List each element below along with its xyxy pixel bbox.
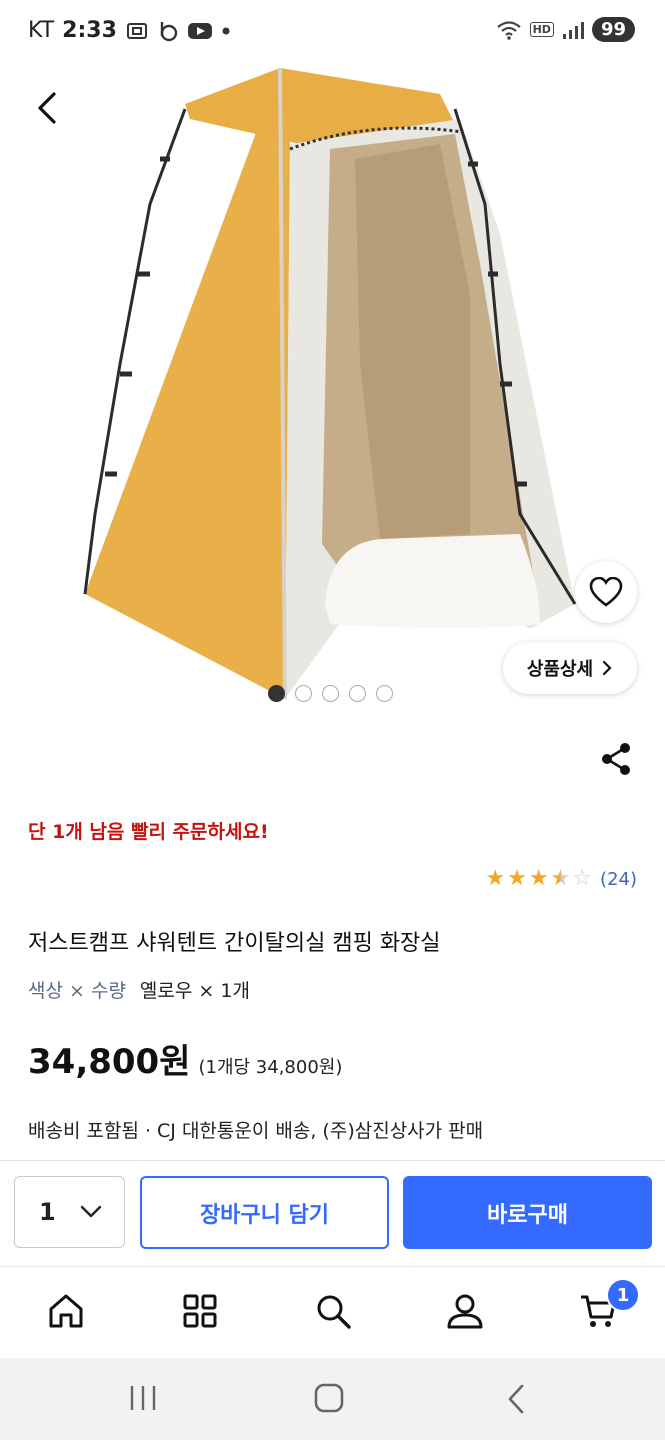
price-row: 34,800원 (1개당 34,800원) xyxy=(28,1034,342,1083)
battery-indicator: 99 xyxy=(591,17,635,42)
carousel-dot[interactable] xyxy=(268,685,285,702)
status-left: KT 2:33 xyxy=(28,18,231,43)
star-full-icon: ★ xyxy=(485,866,506,891)
home-nav-icon[interactable] xyxy=(314,1383,344,1413)
dot-icon xyxy=(222,27,230,34)
product-detail-button[interactable]: 상품상세 xyxy=(503,642,637,694)
purchase-action-bar: 1 장바구니 담기 바로구매 xyxy=(0,1160,665,1266)
product-detail-label: 상품상세 xyxy=(526,659,594,680)
signal-icon xyxy=(562,21,584,39)
carousel-dot[interactable] xyxy=(322,685,339,702)
status-right: HD 99 xyxy=(496,17,635,42)
unit-price: (1개당 34,800원) xyxy=(198,1057,343,1078)
carousel-dot[interactable] xyxy=(376,685,393,702)
review-count[interactable]: (24) xyxy=(600,869,637,890)
chevron-left-icon xyxy=(38,92,56,124)
star-half-icon: ★ xyxy=(550,866,571,891)
star-full-icon: ★ xyxy=(528,866,549,891)
buy-now-button[interactable]: 바로구매 xyxy=(403,1176,652,1249)
category-icon xyxy=(183,1294,217,1328)
option-row: 색상 × 수량 옐로우 × 1개 xyxy=(28,976,250,1003)
carousel-dot[interactable] xyxy=(349,685,366,702)
home-icon xyxy=(49,1294,83,1328)
add-to-cart-button[interactable]: 장바구니 담기 xyxy=(140,1176,389,1249)
system-navigation-bar xyxy=(0,1358,665,1440)
recent-apps-icon[interactable] xyxy=(128,1384,158,1412)
star-full-icon: ★ xyxy=(507,866,527,891)
back-nav-icon[interactable] xyxy=(504,1384,528,1414)
nav-my-page[interactable] xyxy=(443,1289,487,1333)
product-image-tent xyxy=(83,67,577,700)
heart-icon xyxy=(589,577,623,607)
product-title: 저스트캠프 샤워텐트 간이탈의실 캠핑 화장실 xyxy=(28,931,441,956)
cart-badge: 1 xyxy=(606,1278,640,1312)
search-icon xyxy=(317,1295,351,1329)
quantity-value: 1 xyxy=(39,1198,56,1226)
nav-search[interactable] xyxy=(311,1289,355,1333)
quantity-select[interactable]: 1 xyxy=(14,1176,125,1248)
bottom-nav xyxy=(0,1266,665,1358)
chevron-right-icon xyxy=(603,660,612,676)
nav-category[interactable] xyxy=(178,1289,222,1333)
product-image-carousel[interactable] xyxy=(0,64,665,714)
wifi-icon xyxy=(496,20,521,40)
screenshot-icon xyxy=(126,22,147,39)
back-button[interactable] xyxy=(28,88,68,128)
share-icon xyxy=(602,743,630,775)
carousel-dot[interactable] xyxy=(295,685,312,702)
chevron-down-icon xyxy=(80,1205,102,1218)
rating[interactable]: ★ ★ ★ ★ ☆ (24) xyxy=(485,867,637,891)
option-value: 옐로우 × 1개 xyxy=(139,980,250,1002)
user-icon xyxy=(447,1294,483,1329)
shipping-info: 배송비 포함됨 · CJ 대한통운이 배송, (주)삼진상사가 판매 xyxy=(28,1120,484,1142)
carrier-label: KT xyxy=(28,18,55,43)
nav-home[interactable] xyxy=(44,1289,88,1333)
b-app-icon xyxy=(160,21,178,41)
youtube-icon xyxy=(187,22,212,39)
stock-urgency-message: 단 1개 남음 빨리 주문하세요! xyxy=(28,821,269,843)
option-label: 색상 × 수량 xyxy=(28,980,126,1002)
star-empty-icon: ☆ xyxy=(572,866,593,891)
price: 34,800원 xyxy=(28,1042,191,1082)
hd-badge: HD xyxy=(529,22,554,37)
status-bar: KT 2:33 HD 99 xyxy=(0,0,665,64)
carousel-indicator xyxy=(268,685,393,702)
wishlist-button[interactable] xyxy=(575,561,637,623)
share-button[interactable] xyxy=(598,740,634,778)
clock: 2:33 xyxy=(62,18,117,43)
